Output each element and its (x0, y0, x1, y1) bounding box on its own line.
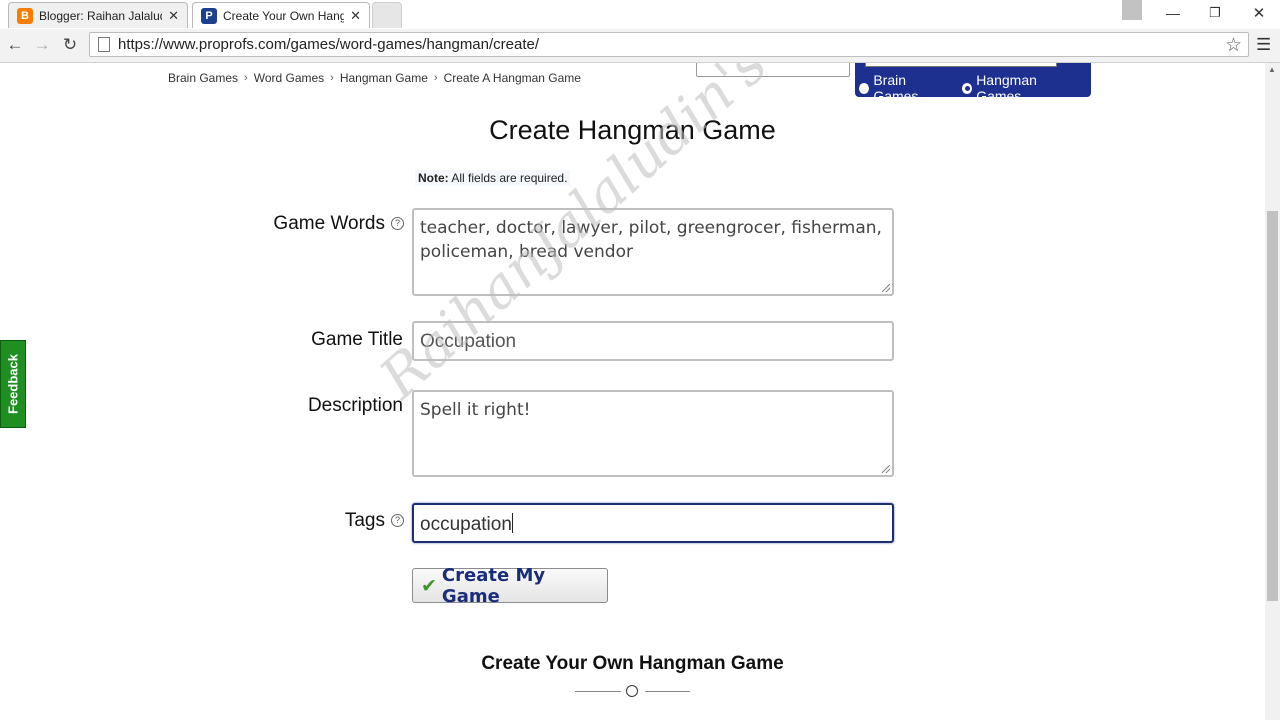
feedback-tab[interactable]: Feedback (0, 340, 26, 428)
bookmark-star-icon[interactable]: ☆ (1225, 34, 1242, 57)
close-tab-icon[interactable]: ✕ (350, 8, 361, 24)
restore-icon[interactable]: ❐ (1200, 0, 1230, 26)
breadcrumb-separator: › (330, 72, 334, 84)
required-note: Note: All fields are required. (415, 170, 571, 186)
note-text: All fields are required. (448, 171, 568, 185)
close-tab-icon[interactable]: ✕ (168, 8, 179, 24)
label-text: Game Words (273, 213, 385, 234)
note-prefix: Note: (418, 171, 449, 185)
back-arrow-icon[interactable]: ← (4, 34, 26, 56)
tab-hangman-create[interactable]: P Create Your Own Hangman Game ✕ (192, 2, 370, 28)
forward-arrow-icon[interactable]: → (31, 34, 53, 56)
game-words-textarea[interactable]: teacher, doctor, lawyer, pilot, greengro… (412, 208, 894, 296)
game-words-label: Game Words? (240, 213, 404, 235)
breadcrumb-separator: › (244, 72, 248, 84)
browser-toolbar: ← → ↻ https://www.proprofs.com/games/wor… (0, 29, 1280, 63)
description-textarea[interactable]: Spell it right! (412, 390, 894, 477)
browser-tab-bar: B Blogger: Raihan Jalaludin's ✕ P Create… (0, 0, 1280, 30)
divider-line (645, 691, 690, 692)
radio-label: Hangman Games (976, 72, 1037, 104)
page-content: Brain Games › Word Games › Hangman Game … (0, 63, 1265, 720)
breadcrumb-hangman-game[interactable]: Hangman Game (340, 71, 428, 85)
scrollbar-thumb[interactable] (1267, 211, 1278, 601)
header-button[interactable] (696, 63, 850, 77)
help-icon[interactable]: ? (391, 514, 404, 527)
proprofs-icon: P (201, 7, 217, 24)
reload-icon[interactable]: ↻ (59, 34, 81, 56)
help-icon[interactable]: ? (391, 217, 404, 230)
text-caret (511, 513, 513, 533)
page-title: Create Hangman Game (489, 115, 776, 145)
address-bar[interactable]: https://www.proprofs.com/games/word-game… (89, 32, 1249, 57)
url-text: https://www.proprofs.com/games/word-game… (118, 36, 540, 53)
page-scrollbar[interactable]: ▲ (1265, 63, 1280, 720)
breadcrumb-brain-games[interactable]: Brain Games (168, 71, 238, 85)
page-icon (98, 37, 110, 52)
profile-icon[interactable] (1122, 0, 1142, 20)
game-title-label: Game Title (311, 329, 403, 350)
minimize-icon[interactable]: — (1158, 0, 1188, 26)
label-text: Tags (344, 510, 385, 531)
tags-value: occupation (420, 514, 512, 535)
tab-title: Create Your Own Hangman Game (223, 8, 345, 23)
button-label: Create My Game (441, 564, 546, 607)
radio-brain-games[interactable] (859, 82, 870, 94)
tags-label: Tags? (240, 510, 404, 532)
breadcrumb: Brain Games › Word Games › Hangman Game … (168, 71, 581, 85)
new-tab-button[interactable] (372, 2, 402, 28)
close-window-icon[interactable]: ✕ (1244, 0, 1274, 26)
scroll-up-arrow-icon[interactable]: ▲ (1268, 65, 1276, 74)
description-label: Description (307, 395, 403, 416)
breadcrumb-current: Create A Hangman Game (443, 71, 581, 85)
divider-circle-icon (626, 685, 638, 697)
tags-input[interactable]: occupation (412, 503, 894, 543)
search-scope-options: Brain Games Hangman Games (859, 72, 1091, 104)
tab-title: Blogger: Raihan Jalaludin's (39, 8, 162, 23)
feedback-label: Feedback (5, 354, 21, 414)
game-title-input[interactable]: Occupation (412, 321, 894, 361)
section-title: Create Your Own Hangman Game (481, 653, 784, 674)
divider-line (575, 691, 621, 692)
tab-blogger[interactable]: B Blogger: Raihan Jalaludin's ✕ (8, 2, 188, 28)
create-my-game-button[interactable]: ✔ Create My Game (412, 565, 608, 607)
menu-icon[interactable]: ☰ (1256, 35, 1271, 55)
breadcrumb-separator: › (433, 72, 438, 84)
breadcrumb-word-games[interactable]: Word Games (254, 71, 324, 85)
search-panel: Brain Games Hangman Games (855, 63, 1091, 104)
blogger-icon: B (17, 7, 33, 24)
radio-hangman-games[interactable] (961, 82, 973, 94)
radio-label: Brain Games (873, 72, 919, 104)
checkmark-icon: ✔ (421, 574, 437, 597)
search-input[interactable] (865, 63, 1057, 67)
